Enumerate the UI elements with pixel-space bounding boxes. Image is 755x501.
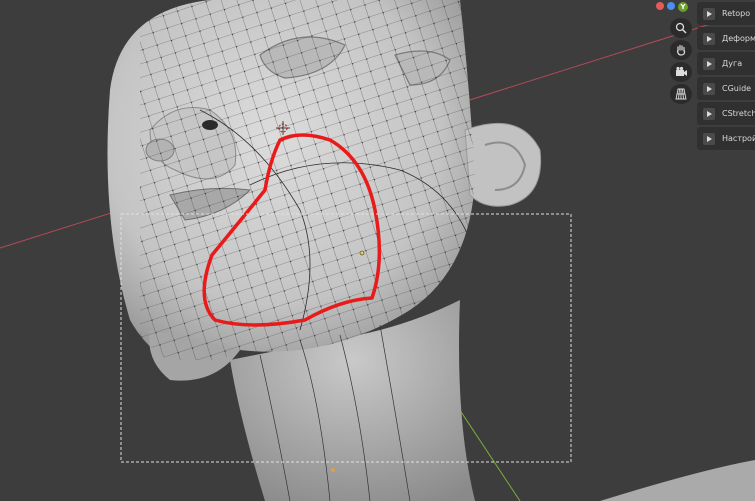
panel-tab-arc[interactable]: Дуга — [697, 52, 755, 75]
perspective-button[interactable] — [670, 84, 692, 104]
gizmo-z-dot[interactable] — [667, 2, 675, 10]
expand-arrow-icon[interactable] — [703, 7, 715, 20]
sidebar-panel-tabs: Retopo Деформа Дуга CGuide CStretch Наст… — [697, 2, 755, 150]
panel-tab-label: Настройк — [722, 134, 755, 143]
expand-arrow-icon[interactable] — [703, 57, 715, 70]
zoom-icon — [675, 22, 687, 34]
panel-tab-cguide[interactable]: CGuide — [697, 77, 755, 100]
panel-tab-deform[interactable]: Деформа — [697, 27, 755, 50]
panel-tab-label: CGuide — [722, 84, 752, 93]
panel-tab-settings[interactable]: Настройк — [697, 127, 755, 150]
panel-tab-label: Дуга — [722, 59, 743, 68]
wireframe-overlay — [140, 0, 475, 360]
shoulder — [600, 460, 755, 501]
hand-pan-icon — [676, 44, 686, 56]
zoom-button[interactable] — [670, 18, 692, 38]
viewport-scene — [0, 0, 755, 501]
expand-arrow-icon[interactable] — [703, 107, 715, 120]
panel-tab-cstretch[interactable]: CStretch — [697, 102, 755, 125]
pan-button[interactable] — [670, 40, 692, 60]
expand-arrow-icon[interactable] — [703, 132, 715, 145]
gizmo-y-axis[interactable]: Y — [678, 2, 688, 12]
ear — [464, 122, 542, 207]
gizmo-x-dot[interactable] — [656, 2, 664, 10]
panel-tab-label: Деформа — [722, 34, 755, 43]
camera-icon — [675, 66, 687, 76]
active-vertex — [359, 250, 365, 256]
navigation-gizmo[interactable]: Y — [656, 2, 688, 12]
panel-tab-label: Retopo — [722, 9, 751, 18]
expand-arrow-icon[interactable] — [703, 32, 715, 45]
grid-perspective-icon — [675, 88, 687, 100]
panel-tab-retopo[interactable]: Retopo — [697, 2, 755, 25]
camera-button[interactable] — [670, 62, 692, 82]
expand-arrow-icon[interactable] — [703, 82, 715, 95]
navigation-tools — [670, 18, 692, 104]
3d-viewport[interactable] — [0, 0, 755, 501]
orange-vertex — [331, 468, 335, 472]
panel-tab-label: CStretch — [722, 109, 755, 118]
